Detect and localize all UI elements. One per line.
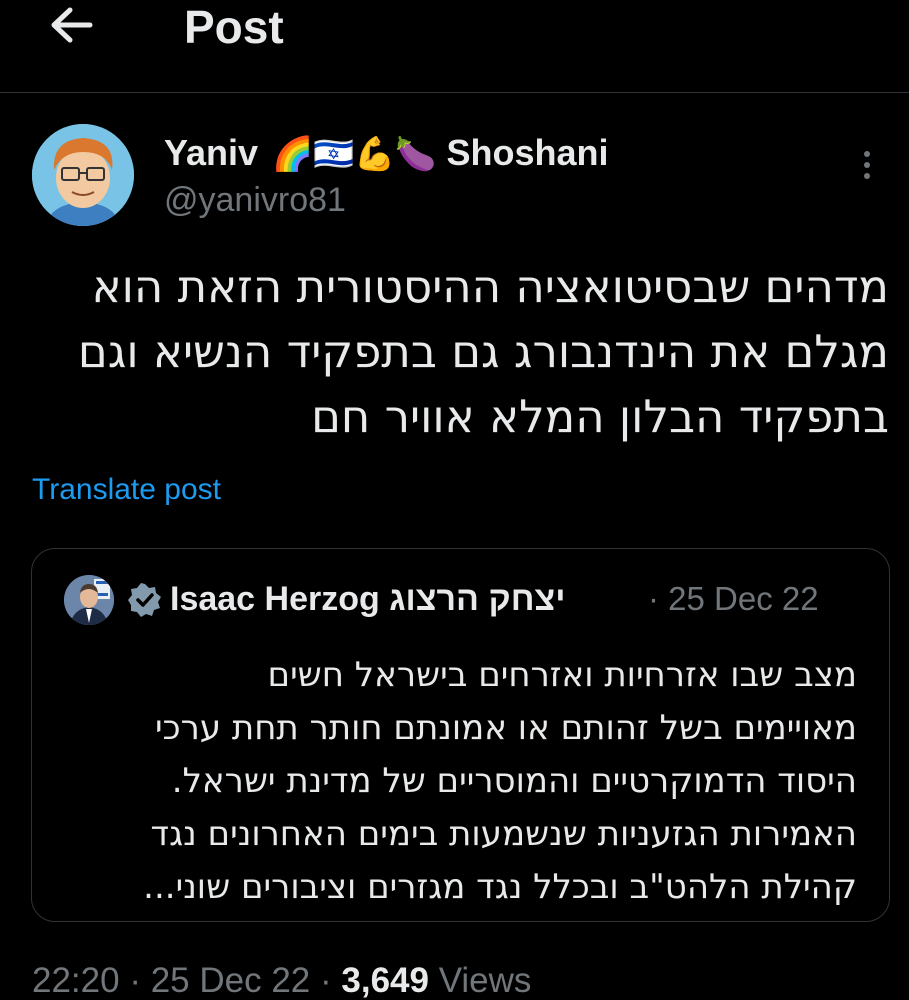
page-title: Post bbox=[184, 1, 284, 53]
post-time[interactable]: 22:20 bbox=[32, 961, 120, 1000]
post-metadata: 22:20 · 25 Dec 22 · 3,649 Views bbox=[32, 960, 531, 1000]
quoted-post[interactable]: Isaac Herzog יצחק הרצוג · 25 Dec 22 מצב … bbox=[31, 548, 890, 922]
meta-separator: · bbox=[310, 961, 342, 1000]
post-text: מדהים שבסיטואציה ההיסטורית הזאת הוא מגלם… bbox=[39, 254, 889, 449]
quoted-text-line: האמירות הגזעניות שנשמעות בימים האחרונים … bbox=[150, 814, 857, 854]
more-options-button[interactable] bbox=[857, 146, 877, 186]
quoted-post-text: מצב שבו אזרחיות ואזרחים בישראל חשים מאוי… bbox=[57, 649, 857, 914]
quoted-text-line: מצב שבו אזרחיות ואזרחים בישראל חשים bbox=[267, 655, 857, 695]
quoted-author-avatar[interactable] bbox=[64, 575, 114, 625]
views-label: Views bbox=[428, 961, 532, 1000]
avatar[interactable] bbox=[32, 124, 134, 226]
post-author: Yaniv 🌈🇮🇱💪🍆 Shoshani @yanivro81 bbox=[32, 124, 877, 234]
verified-badge-icon bbox=[128, 583, 161, 617]
more-vertical-icon-dot bbox=[864, 162, 870, 168]
top-bar: Post bbox=[0, 0, 909, 93]
more-vertical-icon-dot bbox=[864, 173, 870, 179]
quoted-post-date[interactable]: · 25 Dec 22 bbox=[648, 577, 819, 621]
author-name-emojis: 🌈🇮🇱💪🍆 bbox=[272, 134, 437, 173]
author-surname: Shoshani bbox=[446, 132, 609, 173]
author-handle[interactable]: @yanivro81 bbox=[164, 180, 346, 220]
avatar-image bbox=[32, 124, 134, 226]
post-date[interactable]: 25 Dec 22 bbox=[151, 961, 311, 1000]
quoted-author-name[interactable]: Isaac Herzog יצחק הרצוג bbox=[170, 577, 565, 621]
post-text-line: בתפקיד הבלון המלא אוויר חם bbox=[311, 390, 889, 443]
quoted-text-line: מאויימים בשל זהותם או אמונתם חותר תחת ער… bbox=[155, 708, 857, 748]
post-text-line: מגלם את הינדנבורג גם בתפקיד הנשיא וגם bbox=[77, 325, 889, 378]
translate-post-link[interactable]: Translate post bbox=[32, 472, 221, 508]
views-count: 3,649 bbox=[341, 961, 429, 1000]
more-vertical-icon bbox=[864, 151, 870, 157]
quoted-text-line: היסוד הדמוקרטיים והמוסריים של מדינת ישרא… bbox=[171, 761, 857, 801]
meta-separator: · bbox=[119, 961, 151, 1000]
quoted-avatar-image bbox=[64, 575, 114, 625]
quoted-text-line: קהילת הלהט"ב ובכלל נגד מגזרים וציבורים ש… bbox=[143, 867, 857, 907]
back-button[interactable] bbox=[44, 0, 104, 50]
arrow-left-icon bbox=[51, 7, 93, 43]
author-name[interactable]: Yaniv 🌈🇮🇱💪🍆 Shoshani bbox=[164, 132, 608, 175]
post-text-line: מדהים שבסיטואציה ההיסטורית הזאת הוא bbox=[91, 260, 889, 313]
author-first-name: Yaniv bbox=[164, 132, 259, 173]
